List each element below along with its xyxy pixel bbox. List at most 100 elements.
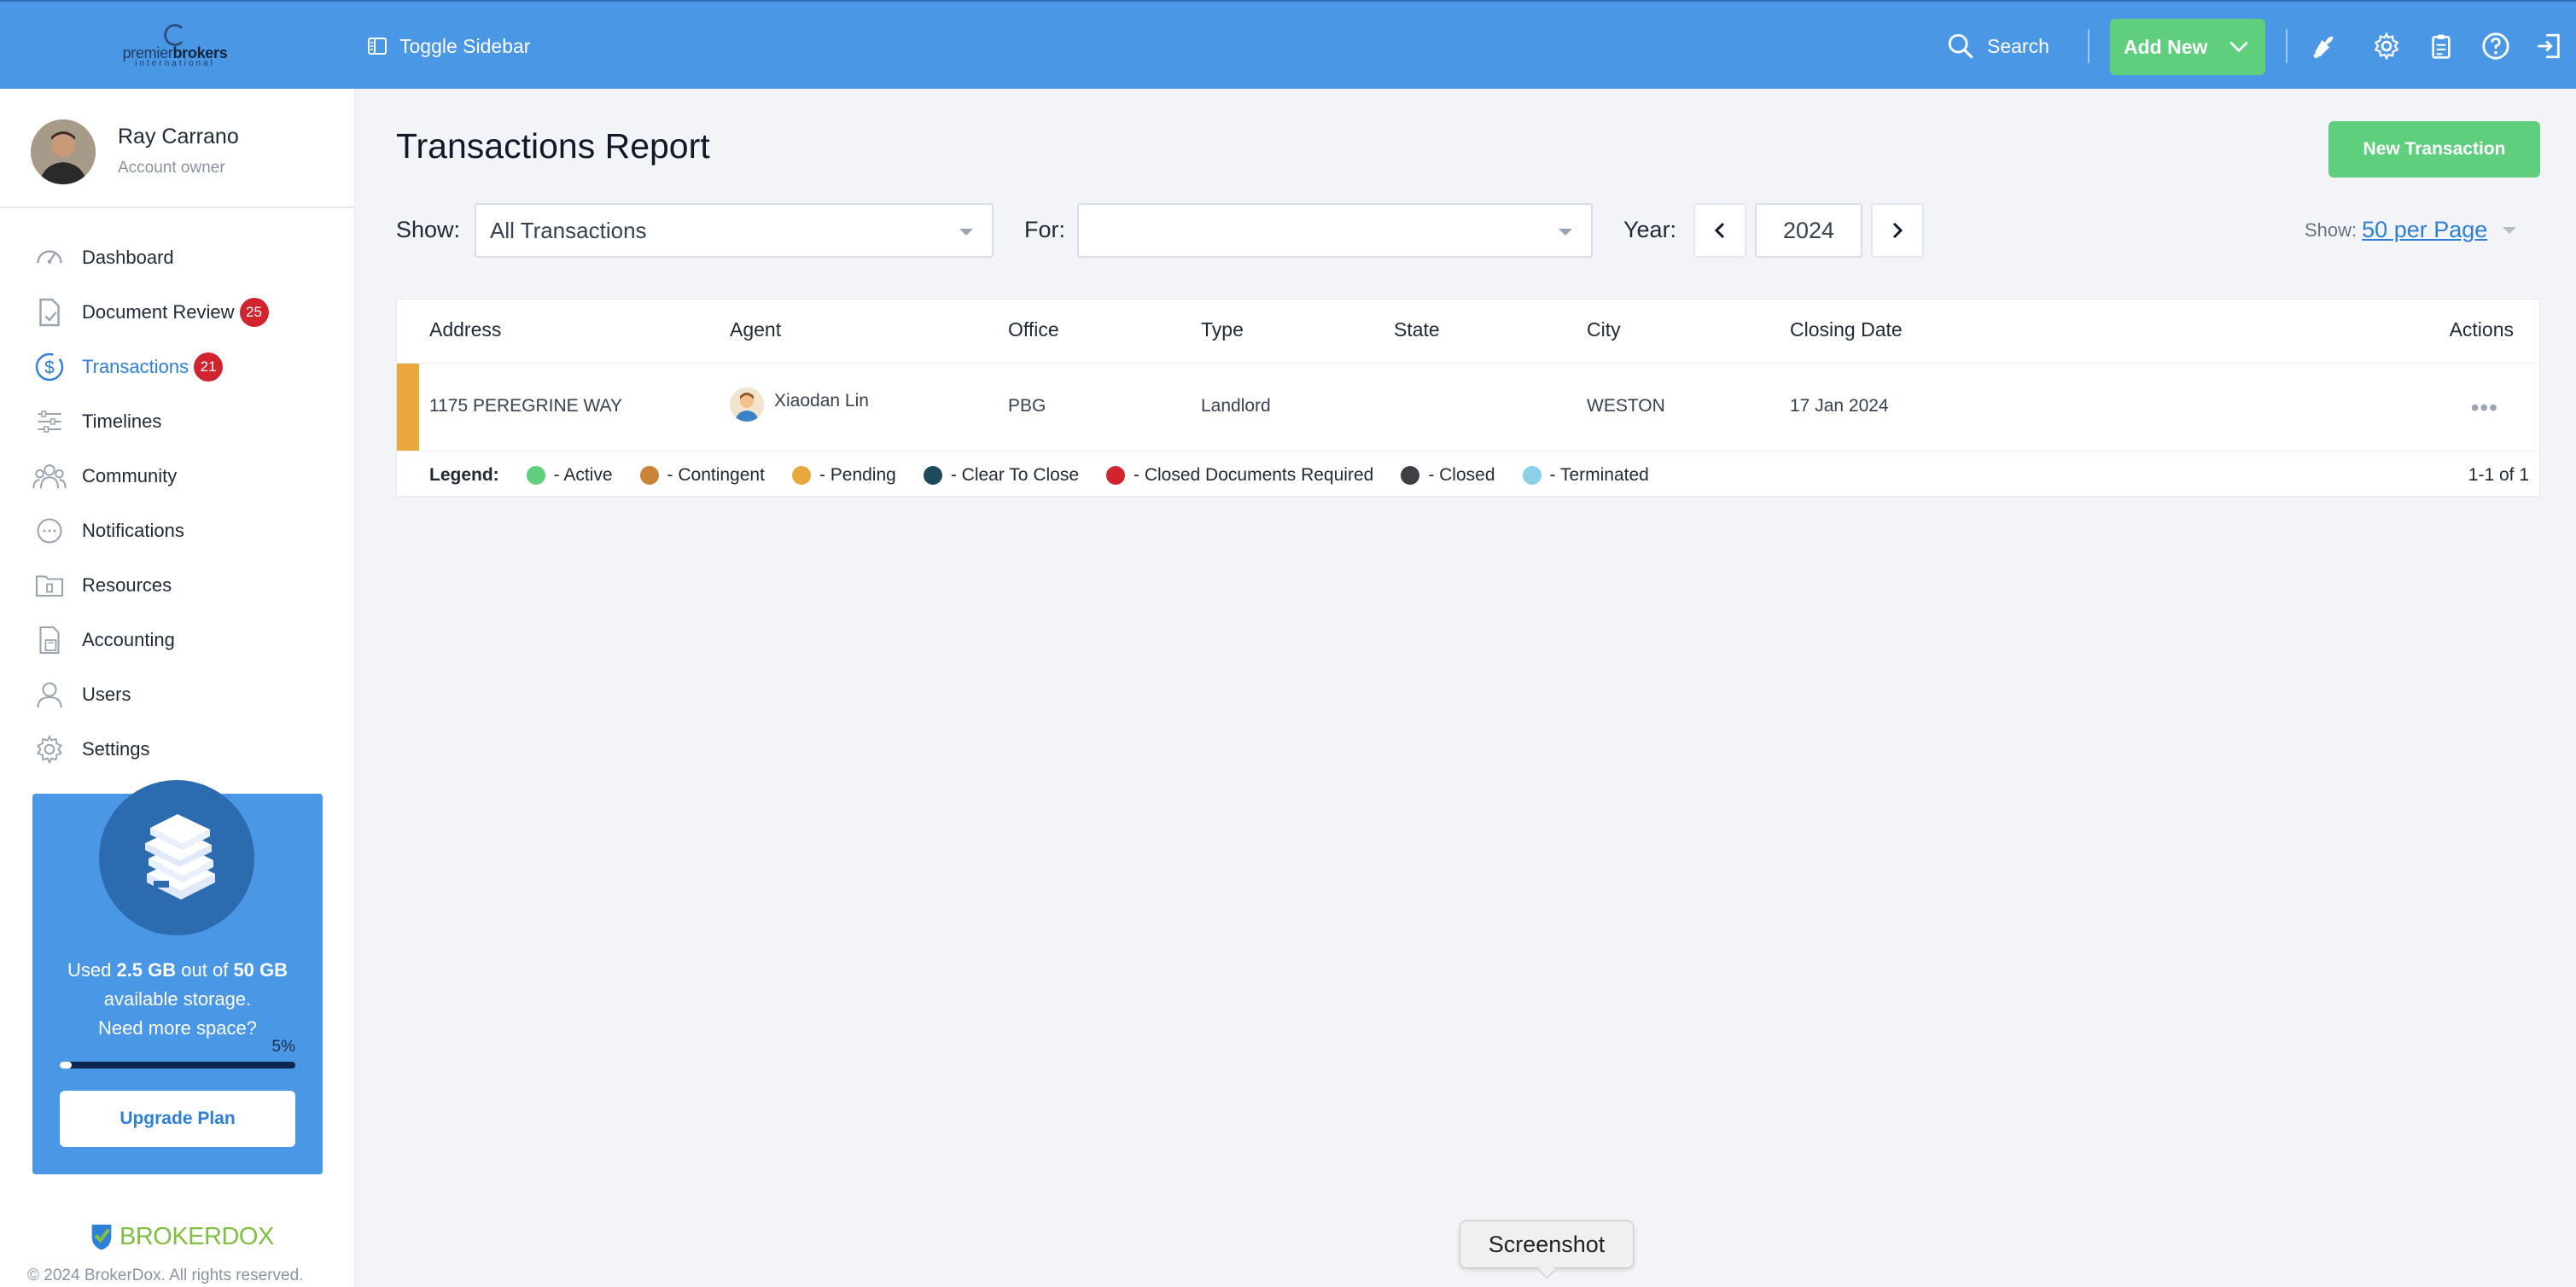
- caret-down-icon: [2503, 226, 2517, 234]
- column-header-city[interactable]: City: [1587, 318, 1621, 341]
- avatar: [31, 119, 96, 184]
- sidebar-item-label: Notifications: [82, 520, 184, 541]
- sidebar-item-label: Transactions: [82, 356, 189, 377]
- column-header-state[interactable]: State: [1394, 318, 1440, 341]
- user-role: Account owner: [118, 159, 225, 177]
- storage-card: Used 2.5 GB out of 50 GB available stora…: [32, 780, 323, 1174]
- toggle-sidebar-button[interactable]: Toggle Sidebar: [367, 31, 530, 61]
- brand-shield-icon: [91, 1224, 112, 1250]
- people-icon: [32, 459, 67, 493]
- storage-illustration: [99, 780, 254, 935]
- legend-title: Legend:: [429, 465, 499, 485]
- brand-text-a: BROKER: [119, 1222, 222, 1250]
- legend-item-contingent: - Contingent: [639, 465, 765, 486]
- count-badge: 25: [239, 298, 269, 327]
- legend-label: - Pending: [819, 465, 896, 485]
- chat-bubble-icon: [32, 514, 67, 548]
- sidebar-item-label: Accounting: [82, 629, 175, 650]
- next-year-button[interactable]: [1871, 203, 1924, 258]
- sidebar-item-notifications[interactable]: Notifications: [0, 504, 355, 558]
- user-profile[interactable]: Ray Carrano Account owner: [0, 89, 355, 208]
- search-label: Search: [1987, 34, 2049, 57]
- sidebar-item-community[interactable]: Community: [0, 449, 355, 504]
- add-new-button[interactable]: Add New: [2110, 19, 2265, 75]
- cell-closing-date: 17 Jan 2024: [1790, 396, 1889, 416]
- sidebar-item-label: Dashboard: [82, 247, 174, 268]
- pagination-count: 1-1 of 1: [2468, 465, 2529, 485]
- legend-dot: [791, 466, 811, 485]
- for-filter-select[interactable]: [1077, 203, 1593, 258]
- help-icon[interactable]: [2479, 29, 2513, 63]
- cell-city: WESTON: [1587, 396, 1665, 416]
- column-header-agent[interactable]: Agent: [730, 318, 781, 341]
- legend-label: - Terminated: [1549, 465, 1649, 485]
- chevron-right-icon: [1892, 222, 1903, 239]
- sidebar-item-accounting[interactable]: Accounting: [0, 613, 355, 667]
- document-check-icon: [32, 295, 67, 329]
- storage-usage-text: Used 2.5 GB out of 50 GB available stora…: [32, 956, 323, 1043]
- column-header-type[interactable]: Type: [1201, 318, 1244, 341]
- status-legend: Legend: - Active - Contingent - Pending …: [429, 465, 1676, 486]
- dollar-circle-icon: $: [32, 350, 67, 384]
- company-logo[interactable]: premierbrokers international: [119, 24, 230, 75]
- toolbar-divider: [2088, 29, 2089, 63]
- per-page-select[interactable]: 50 per Page: [2362, 217, 2487, 243]
- row-actions-menu-button[interactable]: •••: [2471, 394, 2498, 422]
- transactions-table: Address Agent Office Type State City Clo…: [396, 299, 2540, 497]
- logout-icon[interactable]: [2532, 29, 2566, 63]
- sidebar-item-label: Resources: [82, 574, 172, 596]
- sidebar-item-resources[interactable]: Resources: [0, 558, 355, 613]
- sidebar: Ray Carrano Account owner Dashboard Docu…: [0, 89, 355, 1287]
- clipboard-icon[interactable]: [2424, 29, 2458, 63]
- sidebar-item-transactions[interactable]: $ Transactions 21: [0, 340, 355, 394]
- new-transaction-button[interactable]: New Transaction: [2328, 121, 2540, 178]
- table-row[interactable]: 1175 PEREGRINE WAY Xiaodan Lin PBG Landl…: [397, 363, 2539, 451]
- svg-text:$: $: [44, 358, 55, 378]
- column-header-address[interactable]: Address: [429, 318, 501, 341]
- year-value[interactable]: 2024: [1755, 203, 1862, 258]
- logo-subtext: international: [135, 59, 215, 68]
- per-page-control[interactable]: Show: 50 per Page: [2305, 217, 2517, 243]
- legend-dot: [1401, 466, 1420, 485]
- brand-text-b: DOX: [221, 1222, 274, 1250]
- per-page-label: Show:: [2305, 218, 2357, 241]
- status-indicator: [397, 364, 419, 451]
- legend-dot: [923, 466, 942, 485]
- sidebar-item-settings[interactable]: Settings: [0, 722, 355, 777]
- upgrade-plan-button[interactable]: Upgrade Plan: [60, 1091, 295, 1147]
- sidebar-item-label: Community: [82, 465, 178, 486]
- chevron-left-icon: [1714, 222, 1725, 239]
- sidebar-icon: [368, 38, 387, 55]
- cell-address[interactable]: 1175 PEREGRINE WAY: [429, 396, 622, 416]
- sidebar-item-dashboard[interactable]: Dashboard: [0, 230, 355, 285]
- legend-label: - Clear To Close: [950, 465, 1080, 485]
- column-header-office[interactable]: Office: [1008, 318, 1059, 341]
- sidebar-item-timelines[interactable]: Timelines: [0, 394, 355, 449]
- cell-agent[interactable]: Xiaodan Lin: [774, 391, 869, 411]
- caret-down-icon: [959, 229, 973, 236]
- legend-label: - Closed Documents Required: [1134, 465, 1374, 485]
- add-new-label: Add New: [2124, 35, 2208, 58]
- sidebar-item-label: Timelines: [82, 411, 162, 432]
- year-label: Year:: [1623, 217, 1677, 242]
- sidebar-item-document-review[interactable]: Document Review 25: [0, 285, 355, 340]
- previous-year-button[interactable]: [1693, 203, 1746, 258]
- storage-percent: 5%: [271, 1038, 295, 1056]
- show-filter-select[interactable]: All Transactions: [475, 203, 994, 258]
- column-header-actions: Actions: [2449, 318, 2514, 341]
- gauge-icon: [32, 241, 67, 275]
- column-header-closing-date[interactable]: Closing Date: [1790, 318, 1903, 341]
- toggle-sidebar-label: Toggle Sidebar: [399, 34, 531, 57]
- sidebar-item-users[interactable]: Users: [0, 667, 355, 722]
- bell-icon[interactable]: [2306, 29, 2340, 63]
- legend-label: - Contingent: [667, 465, 765, 485]
- gear-icon[interactable]: [2369, 29, 2404, 63]
- search-button[interactable]: Search: [1946, 29, 2049, 63]
- legend-label: - Active: [553, 465, 613, 485]
- storage-total: 50 GB: [233, 959, 288, 981]
- sidebar-item-label: Document Review: [82, 301, 235, 323]
- legend-dot: [526, 466, 545, 485]
- legend-item-pending: - Pending: [791, 465, 896, 486]
- cell-office: PBG: [1008, 396, 1046, 416]
- storage-prefix: Used: [67, 959, 117, 981]
